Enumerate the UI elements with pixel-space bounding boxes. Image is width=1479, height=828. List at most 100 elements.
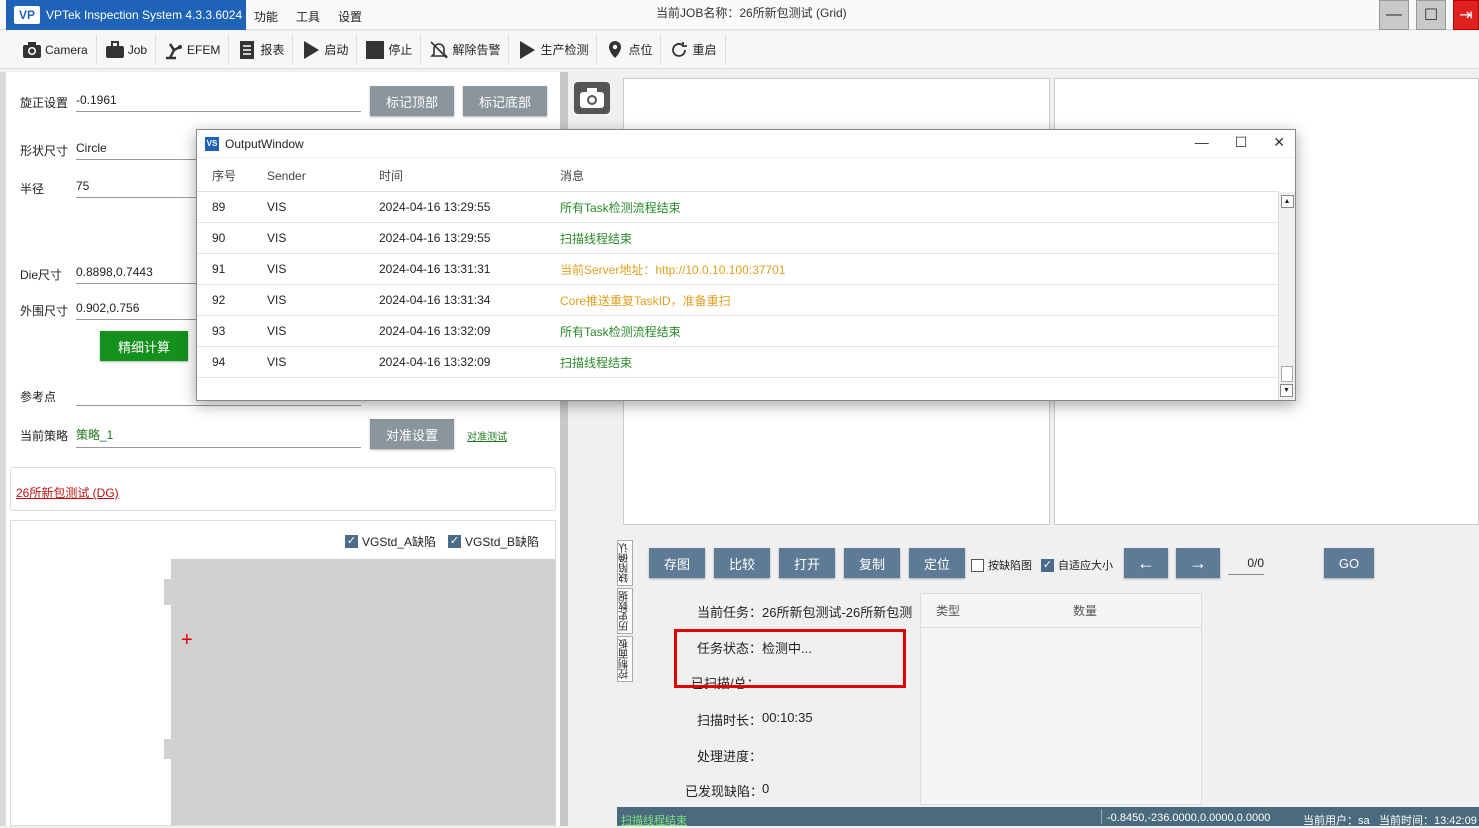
report-button[interactable]: 报表 bbox=[229, 34, 294, 65]
checkbox-checked-icon: ✓ bbox=[448, 535, 462, 548]
maximize-icon[interactable]: ☐ bbox=[1416, 0, 1446, 30]
restart-button[interactable]: 重启 bbox=[661, 34, 726, 65]
header-message: 消息 bbox=[560, 169, 585, 183]
capture-camera-button[interactable] bbox=[574, 82, 610, 114]
vgstd-a-checkbox[interactable]: ✓ VGStd_A缺陷 bbox=[345, 533, 436, 550]
output-scrollbar[interactable]: ▲ ▼ bbox=[1278, 192, 1295, 400]
tab-history-data[interactable]: 历史数据 bbox=[617, 588, 633, 634]
current-task-value: 26所新包测试-26所新包测 bbox=[762, 605, 913, 620]
strategy-field[interactable]: 策略_1 bbox=[76, 426, 361, 448]
job-button[interactable]: Job bbox=[97, 34, 157, 65]
scroll-up-icon[interactable]: ▲ bbox=[1280, 195, 1294, 208]
rotation-label: 旋正设置 bbox=[20, 96, 69, 110]
prev-arrow-button[interactable]: ← bbox=[1124, 548, 1168, 578]
exit-icon[interactable]: ⇥ bbox=[1453, 0, 1479, 30]
play-icon bbox=[517, 40, 537, 60]
by-defect-label: 按缺陷图 bbox=[988, 560, 1032, 572]
log-sender: VIS bbox=[267, 200, 287, 214]
fine-calc-button[interactable]: 精细计算 bbox=[100, 331, 188, 361]
camera-icon bbox=[580, 88, 604, 108]
copy-button[interactable]: 复制 bbox=[844, 548, 900, 578]
menu-item-function[interactable]: 功能 bbox=[254, 8, 278, 25]
by-defect-checkbox[interactable]: 按缺陷图 bbox=[971, 557, 1032, 573]
job-link[interactable]: 26所新包测试 (DG) bbox=[16, 484, 119, 501]
table-row[interactable]: 89 VIS 2024-04-16 13:29:55 所有Task检测流程结束 bbox=[197, 192, 1279, 223]
output-window-titlebar[interactable]: VS OutputWindow bbox=[197, 130, 1295, 158]
table-row[interactable]: 94 VIS 2024-04-16 13:32:09 扫描线程结束 bbox=[197, 347, 1279, 378]
camera-label: Camera bbox=[45, 42, 88, 57]
stop-label: 停止 bbox=[388, 43, 413, 57]
table-row[interactable]: 90 VIS 2024-04-16 13:29:55 扫描线程结束 bbox=[197, 223, 1279, 254]
locate-button[interactable]: 定位 bbox=[909, 548, 965, 578]
mark-top-button[interactable]: 标记顶部 bbox=[370, 86, 454, 116]
start-button[interactable]: 启动 bbox=[293, 34, 358, 65]
output-log-rows: 89 VIS 2024-04-16 13:29:55 所有Task检测流程结束 90 VI… bbox=[197, 192, 1279, 378]
table-row[interactable]: 92 VIS 2024-04-16 13:31:34 Core推送重复TaskID，准… bbox=[197, 285, 1279, 316]
log-sender: VIS bbox=[267, 293, 287, 307]
log-sender: VIS bbox=[267, 231, 287, 245]
rotation-field[interactable]: -0.1961 bbox=[76, 93, 361, 112]
die-size-label: Die尺寸 bbox=[20, 268, 63, 282]
production-inspect-button[interactable]: 生产检测 bbox=[509, 34, 598, 65]
log-time: 2024-04-16 13:29:55 bbox=[379, 200, 491, 214]
column-count: 数量 bbox=[1073, 604, 1098, 618]
minimize-icon[interactable]: — bbox=[1195, 134, 1209, 151]
vgstd-b-checkbox[interactable]: ✓ VGStd_B缺陷 bbox=[448, 533, 539, 550]
radius-label: 半径 bbox=[20, 182, 45, 196]
mark-bottom-button[interactable]: 标记底部 bbox=[463, 86, 547, 116]
wafer-image-view[interactable]: ✓ VGStd_A缺陷 ✓ VGStd_B缺陷 + bbox=[10, 520, 556, 826]
table-row[interactable]: 93 VIS 2024-04-16 13:32:09 所有Task检测流程结束 bbox=[197, 316, 1279, 347]
point-button[interactable]: 点位 bbox=[597, 34, 662, 65]
main-menu: 功能 工具 设置 bbox=[254, 8, 362, 25]
efem-button[interactable]: EFEM bbox=[156, 34, 230, 65]
ref-point-label: 参考点 bbox=[20, 390, 57, 404]
job-box: 26所新包测试 (DG) bbox=[10, 467, 556, 511]
save-image-button[interactable]: 存图 bbox=[649, 548, 705, 578]
log-time: 2024-04-16 13:31:34 bbox=[379, 293, 491, 307]
location-pin-icon bbox=[605, 40, 625, 60]
menu-item-tools[interactable]: 工具 bbox=[296, 8, 320, 25]
tab-control-panel[interactable]: 控制面板 bbox=[617, 636, 633, 682]
bell-off-icon bbox=[429, 40, 449, 60]
open-button[interactable]: 打开 bbox=[779, 548, 835, 578]
shape-label: 形状尺寸 bbox=[20, 144, 69, 158]
defect-summary-table[interactable]: 类型 数量 bbox=[920, 593, 1202, 805]
menu-item-settings[interactable]: 设置 bbox=[338, 8, 362, 25]
clear-alarm-button[interactable]: 解除告警 bbox=[421, 34, 510, 65]
vs-app-icon: VS bbox=[205, 136, 219, 151]
align-settings-button[interactable]: 对准设置 bbox=[370, 419, 454, 449]
tab-defect-confirm[interactable]: 缺陷确认 bbox=[617, 540, 633, 586]
log-time: 2024-04-16 13:31:31 bbox=[379, 262, 491, 276]
vgstd-a-label: VGStd_A缺陷 bbox=[362, 535, 437, 549]
log-seq: 94 bbox=[212, 355, 226, 369]
status-divider bbox=[1101, 809, 1102, 824]
log-seq: 93 bbox=[212, 324, 226, 338]
minimize-icon[interactable]: — bbox=[1379, 0, 1409, 30]
page-counter[interactable]: 0/0 bbox=[1228, 556, 1264, 575]
log-seq: 89 bbox=[212, 200, 226, 214]
scan-duration-label: 扫描时长： bbox=[697, 713, 763, 728]
camera-button[interactable]: Camera bbox=[14, 34, 97, 65]
scan-duration-value: 00:10:35 bbox=[762, 710, 813, 725]
compare-button[interactable]: 比较 bbox=[714, 548, 770, 578]
start-label: 启动 bbox=[324, 43, 349, 57]
found-defects-value: 0 bbox=[762, 781, 770, 796]
stop-button[interactable]: 停止 bbox=[357, 34, 422, 65]
table-row[interactable]: 91 VIS 2024-04-16 13:31:31 当前Server地址：http:… bbox=[197, 254, 1279, 285]
vgstd-b-label: VGStd_B缺陷 bbox=[465, 535, 540, 549]
maximize-icon[interactable]: ☐ bbox=[1235, 134, 1248, 151]
next-arrow-button[interactable]: → bbox=[1176, 548, 1220, 578]
go-button[interactable]: GO bbox=[1324, 548, 1374, 578]
log-message: 扫描线程结束 bbox=[560, 231, 633, 246]
header-time: 时间 bbox=[379, 169, 404, 183]
scroll-thumb[interactable] bbox=[1281, 366, 1293, 382]
output-window-title: OutputWindow bbox=[225, 136, 304, 151]
align-test-link[interactable]: 对准测试 bbox=[467, 428, 507, 443]
output-window[interactable]: VS OutputWindow — ☐ ✕ 序号 Sender 时间 消息 89… bbox=[196, 129, 1296, 401]
efem-label: EFEM bbox=[187, 42, 221, 57]
close-icon[interactable]: ✕ bbox=[1273, 134, 1285, 151]
header-sender: Sender bbox=[267, 168, 306, 183]
auto-size-checkbox[interactable]: ✓ 自适应大小 bbox=[1041, 557, 1113, 573]
scroll-down-icon[interactable]: ▼ bbox=[1280, 384, 1293, 397]
window-controls: — ☐ ⇥ bbox=[1379, 0, 1479, 30]
